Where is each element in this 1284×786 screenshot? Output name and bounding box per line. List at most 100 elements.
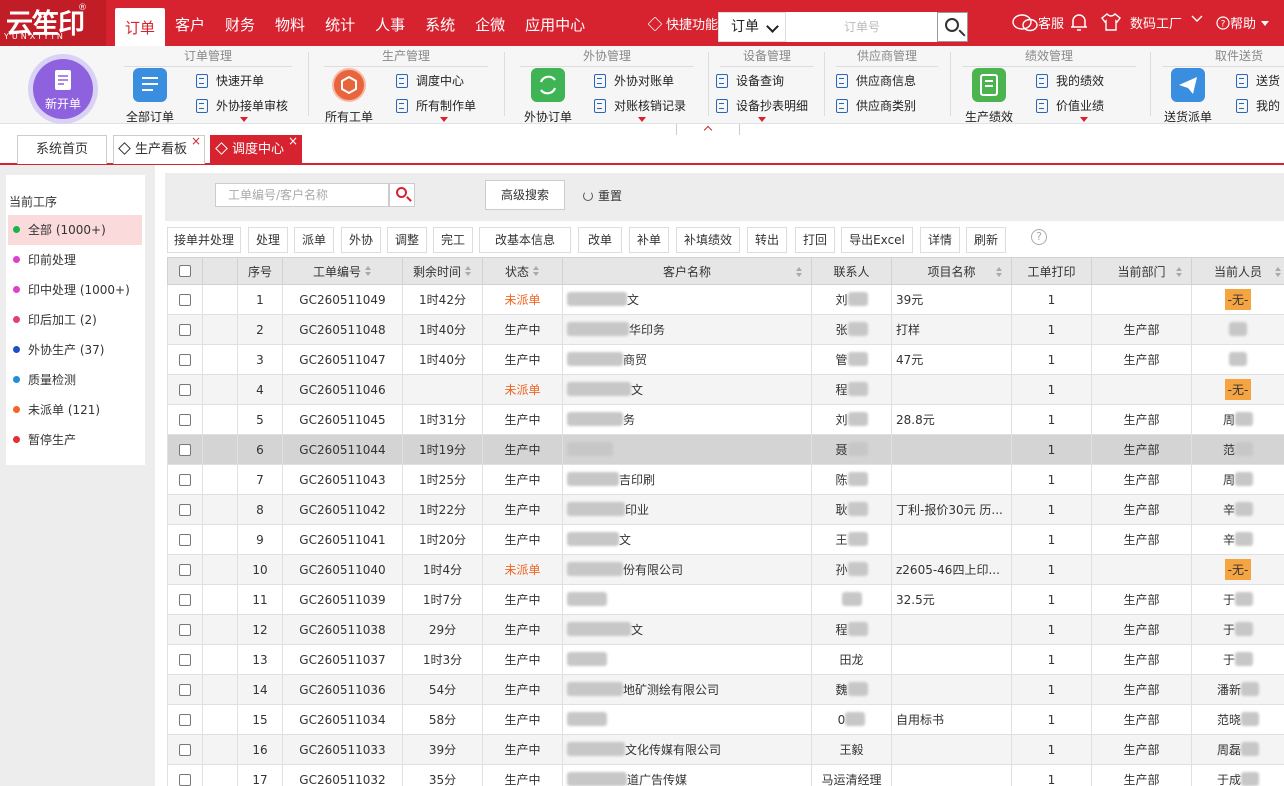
customer-service[interactable]: 客服 (1012, 13, 1064, 33)
row-select-cell[interactable] (167, 644, 203, 675)
export-excel-button[interactable]: 导出Excel (841, 227, 913, 253)
col-header-print[interactable]: 工单打印 (1011, 257, 1092, 285)
production-performance-button[interactable]: 生产绩效 (958, 68, 1020, 125)
row-checkbox[interactable] (179, 413, 191, 426)
expand-caret-icon[interactable] (440, 117, 448, 122)
adjust-button[interactable]: 调整 (387, 227, 427, 253)
sort-icon[interactable] (996, 267, 1003, 278)
col-header-code[interactable]: 工单编号 (282, 257, 403, 285)
outsource-review-button[interactable]: 外协接单审核 (196, 97, 288, 114)
col-header-time[interactable]: 剩余时间 (402, 257, 483, 285)
reset-button[interactable]: 重置 (583, 187, 622, 204)
col-header-no[interactable]: 序号 (237, 257, 283, 285)
table-row[interactable]: 4 GC260511046 未派单 文 程 1 -无- (167, 374, 1284, 405)
nav-customer[interactable]: 客户 (165, 0, 215, 46)
row-select-cell[interactable] (167, 434, 203, 465)
close-icon[interactable]: × (191, 127, 201, 155)
row-select-cell[interactable] (167, 734, 203, 765)
row-select-cell[interactable] (167, 584, 203, 615)
my-performance-button[interactable]: 我的绩效 (1036, 72, 1104, 89)
row-select-cell[interactable] (167, 554, 203, 585)
order-search-input[interactable]: 订单号 (786, 12, 938, 42)
expand-caret-icon[interactable] (240, 117, 248, 122)
table-row[interactable]: 8 GC260511042 1时22分 生产中 印业 耿 丁利-报价30元 历... 1 生产部… (167, 494, 1284, 525)
tab-dispatch-center[interactable]: 调度中心 × (210, 134, 302, 164)
col-header-status[interactable]: 状态 (482, 257, 563, 285)
row-select-cell[interactable] (167, 764, 203, 786)
transfer-out-button[interactable]: 转出 (747, 227, 787, 253)
tab-production-board[interactable]: 生产看板 × (113, 134, 205, 164)
table-row[interactable]: 10 GC260511040 1时4分 未派单 份有限公司 孙 z2605-46四上印...… (167, 554, 1284, 585)
table-row[interactable]: 13 GC260511037 1时3分 生产中 田龙 1 生产部 于 (167, 644, 1284, 675)
table-row[interactable]: 1 GC260511049 1时42分 未派单文刘 39元 1 -无- (167, 284, 1284, 315)
sidebar-item-undispatched[interactable]: 未派单 (121) (8, 395, 142, 425)
tab-home[interactable]: 系统首页 (17, 135, 107, 164)
table-row[interactable]: 3 GC260511047 1时40分 生产中 商贸 管 47元 1 生产部 (167, 344, 1284, 375)
row-checkbox[interactable] (179, 743, 191, 756)
return-button[interactable]: 打回 (795, 227, 835, 253)
workorder-search-button[interactable] (389, 183, 415, 207)
expand-caret-icon[interactable] (638, 117, 646, 122)
supplement-order-button[interactable]: 补单 (629, 227, 669, 253)
row-select-cell[interactable] (167, 344, 203, 375)
sidebar-item-inpress[interactable]: 印中处理 (1000+) (8, 275, 142, 305)
row-select-cell[interactable] (167, 494, 203, 525)
table-row[interactable]: 9 GC260511041 1时20分 生产中 文 王 1 生产部 辛 (167, 524, 1284, 555)
row-checkbox[interactable] (179, 623, 191, 636)
all-workorders-button[interactable]: 所有工单 (320, 68, 378, 125)
outsource-statement-button[interactable]: 外协对账单 (594, 72, 674, 89)
row-checkbox[interactable] (179, 563, 191, 576)
value-performance-button[interactable]: 价值业绩 (1036, 97, 1104, 114)
row-select-cell[interactable] (167, 674, 203, 705)
row-checkbox[interactable] (179, 323, 191, 336)
supplier-info-button[interactable]: 供应商信息 (836, 72, 916, 89)
my-delivery-button[interactable]: 我的 (1236, 97, 1280, 114)
sort-icon[interactable] (533, 265, 540, 277)
row-checkbox[interactable] (179, 533, 191, 546)
sidebar-item-all[interactable]: 全部 (1000+) (8, 215, 142, 245)
row-checkbox[interactable] (179, 773, 191, 786)
sort-icon[interactable] (465, 265, 472, 277)
sidebar-item-postpress[interactable]: 印后加工 (2) (8, 305, 142, 335)
modify-order-button[interactable]: 改单 (578, 227, 622, 253)
table-row[interactable]: 11 GC260511039 1时7分 生产中 32.5元 1 生产部 于 (167, 584, 1284, 615)
quick-order-button[interactable]: 快速开单 (196, 72, 264, 89)
delivery-dispatch-button[interactable]: 送货派单 (1156, 68, 1220, 125)
row-checkbox[interactable] (179, 473, 191, 486)
finish-button[interactable]: 完工 (433, 227, 473, 253)
outsource-orders-button[interactable]: 外协订单 (516, 68, 580, 125)
company-switcher[interactable]: 数码工厂 (1130, 13, 1182, 32)
table-row[interactable]: 6 GC260511044 1时19分 生产中 聂 1 生产部 范 (167, 434, 1284, 465)
delivery-button[interactable]: 送货 (1236, 72, 1280, 89)
table-row[interactable]: 12 GC260511038 29分 生产中 文 程 1 生产部 于 (167, 614, 1284, 645)
sort-icon[interactable] (796, 267, 803, 278)
table-row[interactable]: 15 GC260511034 58分 生产中 0 自用标书 1 生产部 范晓 (167, 704, 1284, 735)
row-select-cell[interactable] (167, 404, 203, 435)
dispatch-center-button[interactable]: 调度中心 (396, 72, 464, 89)
nav-hr[interactable]: 人事 (365, 0, 415, 46)
new-order-button[interactable]: 新开单 (28, 54, 98, 124)
row-select-cell[interactable] (167, 314, 203, 345)
row-select-cell[interactable] (167, 284, 203, 315)
sidebar-item-quality[interactable]: 质量检测 (8, 365, 142, 395)
workorder-search-input[interactable]: 工单编号/客户名称 (215, 183, 389, 207)
row-checkbox[interactable] (179, 293, 191, 306)
row-checkbox[interactable] (179, 593, 191, 606)
table-row[interactable]: 14 GC260511036 54分 生产中 地矿测绘有限公司 魏 1 生产部 潘新 (167, 674, 1284, 705)
chevron-down-icon[interactable] (1190, 12, 1204, 30)
nav-order[interactable]: 订单 (115, 8, 166, 46)
row-checkbox[interactable] (179, 383, 191, 396)
nav-wecom[interactable]: 企微 (465, 0, 515, 46)
process-button[interactable]: 处理 (248, 227, 288, 253)
expand-caret-icon[interactable] (758, 117, 766, 122)
sidebar-item-paused[interactable]: 暂停生产 (8, 425, 142, 455)
accept-process-button[interactable]: 接单并处理 (167, 227, 241, 253)
table-row[interactable]: 16 GC260511033 39分 生产中 文化传媒有限公司 王毅 1 生产部 周磊 (167, 734, 1284, 765)
help-menu[interactable]: ? 帮助 (1216, 13, 1270, 32)
select-all-checkbox[interactable] (179, 265, 191, 277)
col-header-project[interactable]: 项目名称 (891, 257, 1012, 285)
row-checkbox[interactable] (179, 653, 191, 666)
refresh-button[interactable]: 刷新 (966, 227, 1006, 253)
row-checkbox[interactable] (179, 443, 191, 456)
meter-details-button[interactable]: 设备抄表明细 (716, 97, 808, 114)
